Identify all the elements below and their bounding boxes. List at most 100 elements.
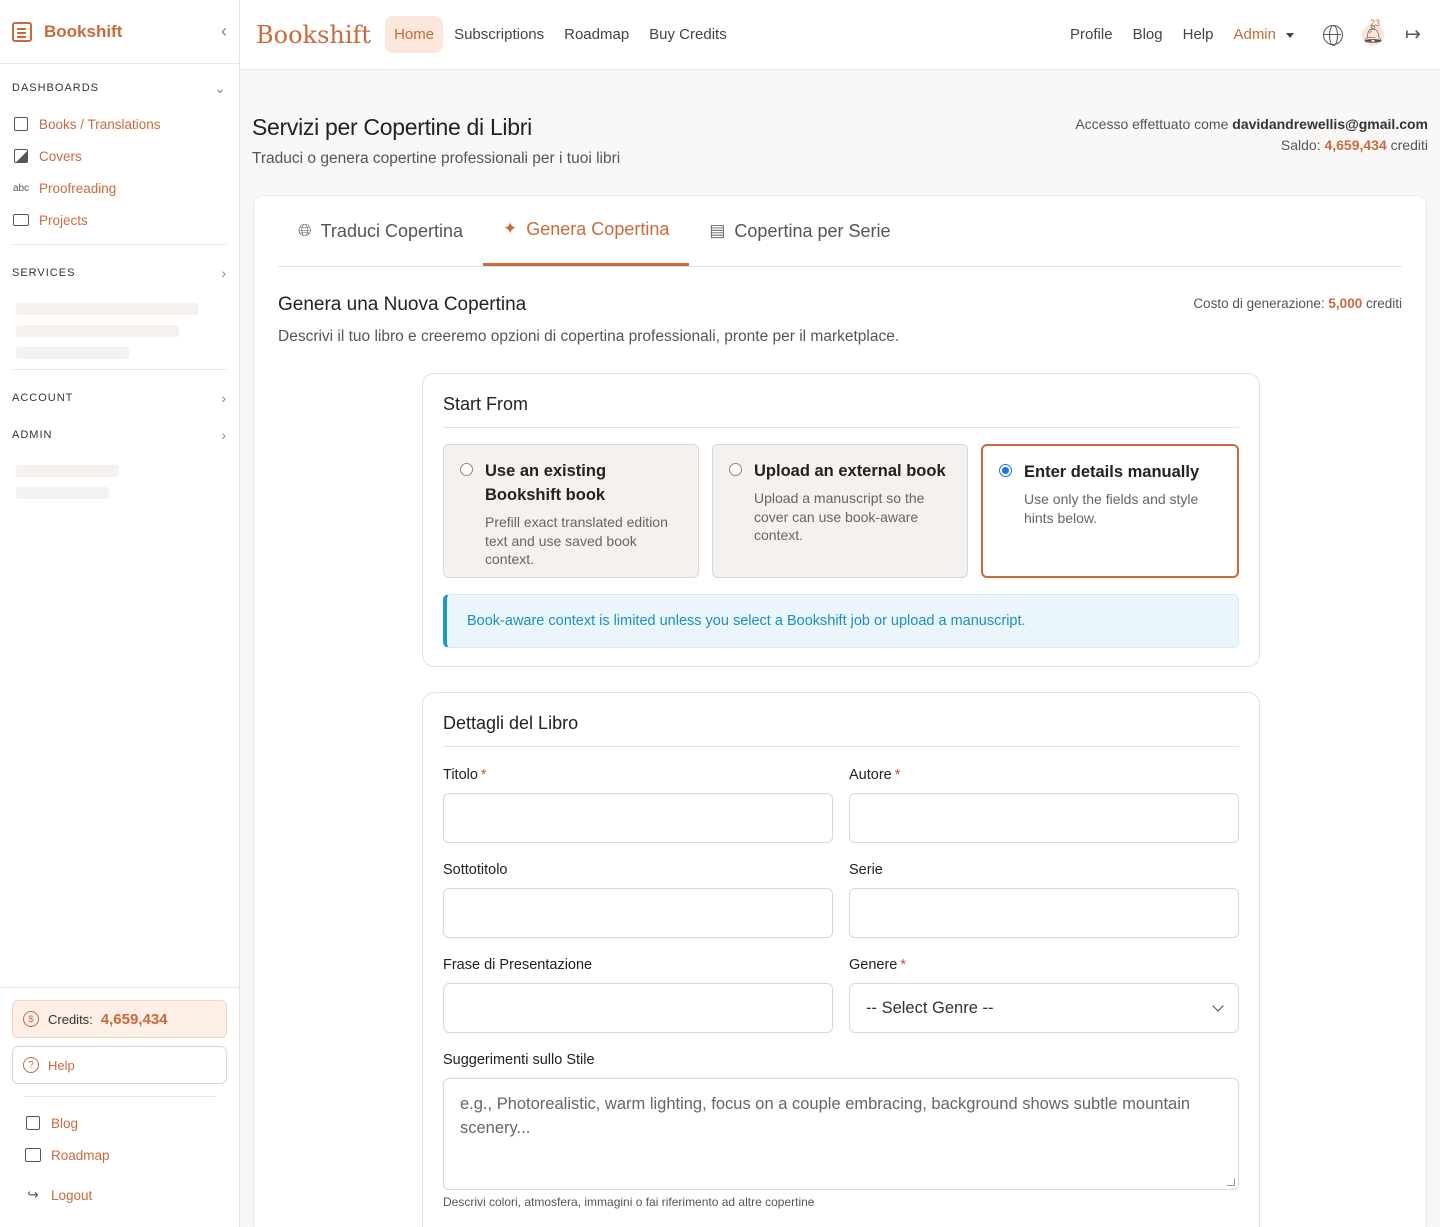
- coin-icon: $: [23, 1011, 39, 1027]
- divider: [443, 746, 1239, 747]
- sidebar-item-projects[interactable]: Projects: [0, 204, 239, 236]
- author-field-group: Autore *: [849, 767, 1239, 843]
- nav-profile[interactable]: Profile: [1070, 26, 1113, 43]
- login-prefix: Accesso effettuato come: [1075, 116, 1229, 132]
- tab-label: Traduci Copertina: [320, 220, 464, 241]
- notifications-button[interactable]: 23 🔔︎: [1362, 18, 1384, 46]
- resize-handle[interactable]: [1227, 1178, 1235, 1186]
- option-description: Upload a manuscript so the cover can use…: [754, 490, 925, 543]
- language-button[interactable]: [1322, 24, 1344, 46]
- balance-line: Saldo: 4,659,434 crediti: [1075, 135, 1428, 156]
- nav-buy-credits[interactable]: Buy Credits: [640, 16, 736, 53]
- admin-dropdown[interactable]: Admin: [1233, 26, 1294, 43]
- sidebar-item-proofreading[interactable]: abc Proofreading: [0, 172, 239, 204]
- sidebar-item-books[interactable]: Books / Translations: [0, 108, 239, 140]
- series-field-group: Serie: [849, 862, 1239, 938]
- help-button[interactable]: ? Help: [12, 1046, 227, 1084]
- book-context-alert: Book-aware context is limited unless you…: [443, 594, 1239, 648]
- sidebar-link-blog[interactable]: Blog: [12, 1107, 227, 1139]
- tab-generate-cover[interactable]: ✦ Genera Copertina: [483, 195, 690, 266]
- caret-down-icon: [1286, 32, 1294, 38]
- subtitle-input[interactable]: [443, 888, 833, 938]
- series-label: Serie: [849, 862, 883, 878]
- cost-value: 5,000: [1328, 296, 1363, 311]
- sidebar-link-roadmap[interactable]: Roadmap: [12, 1139, 227, 1171]
- sidebar-link-label: Logout: [51, 1187, 93, 1203]
- logout-button[interactable]: ↦: [1402, 24, 1424, 46]
- option-manual-details[interactable]: Enter details manually Use only the fiel…: [981, 444, 1239, 578]
- nav-subscriptions[interactable]: Subscriptions: [445, 16, 553, 53]
- book-details-panel: Dettagli del Libro Titolo * Autore * Sotto…: [422, 692, 1260, 1227]
- subtitle-field-group: Sottotitolo: [443, 862, 833, 938]
- book-logo-icon: [12, 21, 32, 42]
- nav-roadmap[interactable]: Roadmap: [555, 16, 638, 53]
- series-input[interactable]: [849, 888, 1239, 938]
- tab-translate-cover[interactable]: 🌐︎ Traduci Copertina: [278, 196, 483, 266]
- help-icon: ?: [23, 1057, 39, 1073]
- genre-select-value: -- Select Genre --: [866, 998, 994, 1017]
- author-label: Autore *: [849, 767, 901, 783]
- required-marker: *: [894, 767, 901, 783]
- placeholder-line: [16, 303, 199, 315]
- tagline-label: Frase di Presentazione: [443, 957, 593, 973]
- placeholder-line: [16, 347, 129, 359]
- sidebar-brand[interactable]: Bookshift ‹: [0, 0, 239, 64]
- document-icon: [24, 1116, 42, 1130]
- generation-cost: Costo di generazione: 5,000 crediti: [1193, 296, 1402, 311]
- option-existing-book[interactable]: Use an existing Bookshift book Prefill e…: [443, 444, 699, 578]
- tab-series-cover[interactable]: ▤ Copertina per Serie: [689, 196, 910, 266]
- style-placeholder: e.g., Photorealistic, warm lighting, foc…: [460, 1095, 1191, 1137]
- login-email: davidandrewellis@gmail.com: [1232, 116, 1428, 132]
- sidebar-link-label: Roadmap: [51, 1147, 110, 1163]
- divider: [12, 369, 227, 370]
- tab-label: Copertina per Serie: [734, 220, 891, 241]
- chevron-down-icon: ⌄: [214, 79, 227, 96]
- sidebar-brand-name: Bookshift: [44, 21, 123, 41]
- radio-existing-book[interactable]: [460, 463, 473, 476]
- option-upload-book[interactable]: Upload an external book Upload a manuscr…: [712, 444, 968, 578]
- sidebar-link-logout[interactable]: ↪ Logout: [12, 1179, 227, 1211]
- required-marker: *: [480, 767, 487, 783]
- cover-tabs: 🌐︎ Traduci Copertina ✦ Genera Copertina …: [278, 196, 1402, 267]
- genre-select[interactable]: -- Select Genre --: [849, 983, 1239, 1033]
- start-from-options: Use an existing Bookshift book Prefill e…: [423, 428, 1259, 578]
- sidebar-link-label: Blog: [51, 1115, 79, 1131]
- subtitle-label: Sottotitolo: [443, 862, 508, 878]
- image-icon: [12, 148, 30, 164]
- cover-services-card: 🌐︎ Traduci Copertina ✦ Genera Copertina …: [253, 195, 1427, 1227]
- title-label: Titolo *: [443, 767, 487, 783]
- radio-upload-book[interactable]: [729, 463, 742, 476]
- section-account[interactable]: ACCOUNT ›: [0, 378, 239, 418]
- section-admin-label: ADMIN: [12, 429, 53, 441]
- credits-label: Credits:: [48, 1011, 93, 1027]
- nav-home[interactable]: Home: [385, 16, 444, 53]
- navbar-brand[interactable]: Bookshift: [256, 21, 371, 49]
- collapse-sidebar-icon[interactable]: ‹: [221, 21, 227, 42]
- genre-label: Genere *: [849, 957, 907, 973]
- credits-badge[interactable]: $ Credits: 4,659,434: [12, 1000, 227, 1038]
- sidebar-item-label: Projects: [39, 212, 88, 228]
- globe-icon: [1323, 24, 1343, 46]
- section-admin[interactable]: ADMIN ›: [0, 415, 239, 455]
- style-hint: Descrivi colori, atmosfera, immagini o f…: [443, 1195, 815, 1209]
- sidebar-item-covers[interactable]: Covers: [0, 140, 239, 172]
- sparkles-icon: ✦: [503, 219, 518, 238]
- map-icon: [24, 1148, 42, 1162]
- author-input[interactable]: [849, 793, 1239, 843]
- nav-help[interactable]: Help: [1183, 26, 1214, 43]
- style-label: Suggerimenti sullo Stile: [443, 1052, 595, 1068]
- placeholder-line: [16, 487, 109, 499]
- radio-manual-details[interactable]: [999, 464, 1012, 477]
- generate-description: Descrivi il tuo libro e creeremo opzioni…: [278, 328, 900, 345]
- title-input[interactable]: [443, 793, 833, 843]
- section-dashboards[interactable]: DASHBOARDS ⌄: [0, 68, 239, 108]
- style-textarea[interactable]: e.g., Photorealistic, warm lighting, foc…: [443, 1078, 1239, 1190]
- folder-icon: [12, 212, 30, 228]
- tagline-input[interactable]: [443, 983, 833, 1033]
- bell-icon: 🔔︎: [1362, 24, 1384, 44]
- option-title: Use an existing Bookshift book: [485, 462, 607, 504]
- option-title: Enter details manually: [1024, 463, 1200, 481]
- nav-blog[interactable]: Blog: [1133, 26, 1163, 43]
- section-services[interactable]: SERVICES ›: [0, 253, 239, 293]
- logout-icon: ↦: [1405, 24, 1421, 45]
